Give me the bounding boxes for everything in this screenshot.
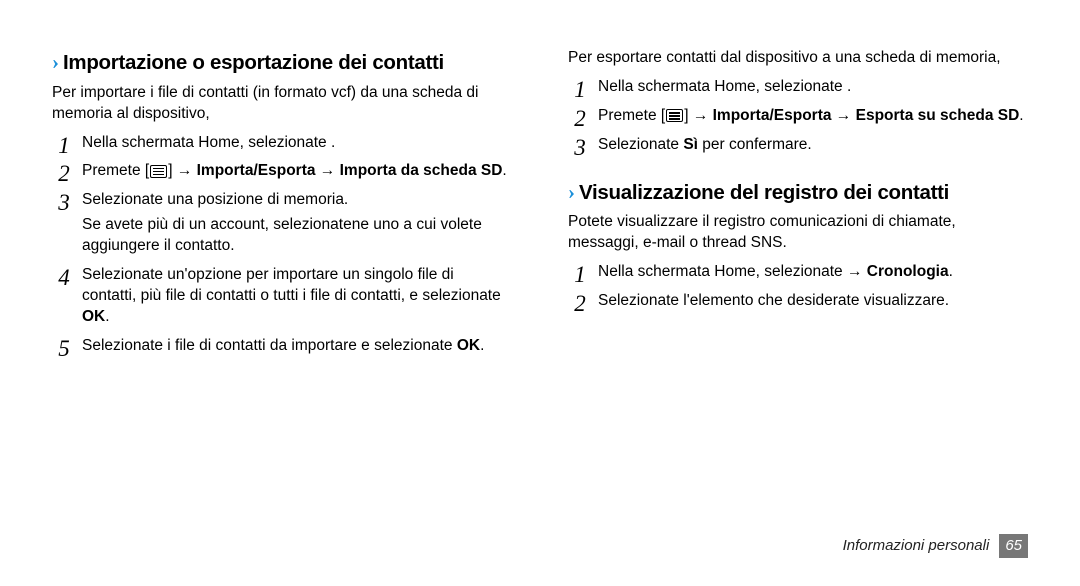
step-4: Selezionate un'opzione per importare un … [52,265,512,328]
intro-paragraph: Per importare i file di contatti (in for… [52,83,512,125]
page-footer: Informazioni personali 65 [843,534,1028,558]
step-text-a: Selezionate [598,136,683,153]
menu-icon [150,165,167,178]
section-heading-registry: › Visualizzazione del registro dei conta… [568,178,1028,207]
step-text-a: Premete [ [82,162,149,179]
bold-importasd: Importa da scheda SD [340,162,503,179]
bold-ok: OK [457,337,480,354]
step-2: Premete [ ] → Importa/Esporta → Importa d… [52,161,512,182]
step-3: Selezionate Sì per confermare. [568,135,1028,156]
step-text-a: Premete [ [598,107,665,124]
heading-text: Visualizzazione del registro dei contatt… [579,179,949,207]
page-number: 65 [999,534,1028,558]
registry-steps: Nella schermata Home, selezionate → Cron… [568,262,1028,312]
menu-icon [666,109,683,122]
step-1: Nella schermata Home, selezionate → Cron… [568,262,1028,283]
bold-importesporta: Importa/Esporta [713,107,832,124]
step-text-f: . [1019,107,1023,124]
bold-importesporta: Importa/Esporta [197,162,316,179]
step-text-c: . [949,263,953,280]
step-text: Selezionate l'elemento che desiderate vi… [598,292,949,309]
step-text-b: ] → [684,107,712,124]
step-1: Nella schermata Home, selezionate . [568,77,1028,98]
step-text-a: Selezionate un'opzione per importare un … [82,266,501,304]
step-text-c: . [105,308,109,325]
section-heading-import-export: › Importazione o esportazione dei contat… [52,48,512,77]
step-5: Selezionate i file di contatti da import… [52,336,512,357]
step-text-b: ] → [168,162,196,179]
bold-si: Sì [683,136,698,153]
step-text-c: . [480,337,484,354]
registry-intro: Potete visualizzare il registro comunica… [568,212,1028,254]
step-text: Selezionate una posizione di memoria. [82,191,348,208]
left-column: › Importazione o esportazione dei contat… [52,48,512,528]
step-3: Selezionate una posizione di memoria. Se… [52,190,512,257]
footer-label: Informazioni personali [843,536,990,556]
step-text-d: → [315,162,339,179]
heading-text: Importazione o esportazione dei contatti [63,49,444,77]
step-text-c: per confermare. [698,136,812,153]
step-text-d: → [831,107,855,124]
chevron-icon: › [568,178,575,206]
export-steps: Nella schermata Home, selezionate . Prem… [568,77,1028,156]
step-2: Selezionate l'elemento che desiderate vi… [568,291,1028,312]
step-text-a: Nella schermata Home, selezionate → [598,263,867,280]
step-text-f: . [502,162,506,179]
right-column: Per esportare contatti dal dispositivo a… [568,48,1028,528]
step-text: Nella schermata Home, selezionate . [598,78,851,95]
export-intro: Per esportare contatti dal dispositivo a… [568,48,1028,69]
bold-ok: OK [82,308,105,325]
step-text-a: Selezionate i file di contatti da import… [82,337,457,354]
step-2: Premete [ ] → Importa/Esporta → Esporta s… [568,106,1028,127]
step-1: Nella schermata Home, selezionate . [52,133,512,154]
step-text: Nella schermata Home, selezionate . [82,134,335,151]
bold-cronologia: Cronologia [867,263,949,280]
step-subtext: Se avete più di un account, selezionaten… [82,215,512,257]
import-steps: Nella schermata Home, selezionate . Prem… [52,133,512,357]
chevron-icon: › [52,48,59,76]
bold-esportasd: Esporta su scheda SD [856,107,1020,124]
